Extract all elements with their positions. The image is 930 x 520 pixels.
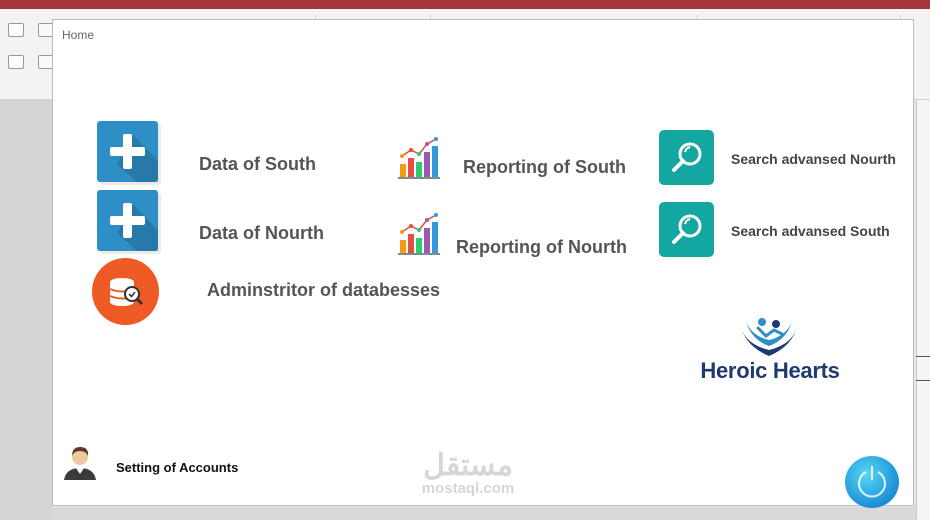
search-south-label[interactable]: Search advansed South: [731, 223, 890, 239]
report-nourth-button[interactable]: [398, 212, 440, 256]
settings-avatar-button[interactable]: [62, 444, 98, 480]
bar-chart-icon: [398, 137, 440, 179]
magnifier-icon: [672, 142, 702, 172]
watermark-url: mostaql.com: [421, 480, 515, 497]
property-pane: [916, 100, 930, 520]
heart-people-logo-icon: [740, 318, 798, 356]
database-icon: [109, 278, 144, 306]
search-south-button[interactable]: [659, 202, 714, 257]
search-nourth-button[interactable]: [659, 130, 714, 185]
watermark-arabic: مستقل: [423, 449, 513, 482]
exit-power-button[interactable]: [845, 456, 899, 508]
navigation-pane: [0, 100, 52, 520]
report-south-button[interactable]: [398, 136, 440, 180]
plus-icon: [110, 134, 158, 182]
status-strip: [52, 507, 916, 520]
data-nourth-button[interactable]: [97, 190, 158, 251]
data-south-label[interactable]: Data of South: [199, 154, 316, 175]
data-nourth-label[interactable]: Data of Nourth: [199, 223, 324, 244]
home-form: Home Data of South Data of Nourth Admins…: [52, 19, 914, 508]
title-bar: [0, 0, 930, 9]
power-icon: [858, 466, 886, 498]
report-south-label[interactable]: Reporting of South: [463, 157, 626, 178]
watermark: مستقل mostaql.com: [408, 449, 528, 497]
plus-icon: [110, 203, 158, 251]
data-south-button[interactable]: [97, 121, 158, 182]
bar-chart-icon: [398, 213, 440, 255]
report-nourth-label[interactable]: Reporting of Nourth: [456, 237, 627, 258]
heroic-hearts-logo: Heroic Hearts: [690, 316, 850, 386]
property-divider: [916, 356, 930, 357]
logo-text: Heroic Hearts: [700, 358, 840, 383]
admin-database-label[interactable]: Adminstritor of databesses: [207, 280, 440, 301]
ribbon-indent-icon[interactable]: [8, 23, 24, 37]
ribbon-grid-icon[interactable]: [8, 55, 24, 69]
settings-accounts-label[interactable]: Setting of Accounts: [116, 460, 238, 475]
admin-database-button[interactable]: [92, 258, 159, 325]
search-nourth-label[interactable]: Search advansed Nourth: [731, 151, 896, 167]
form-title: Home: [62, 28, 95, 42]
property-divider: [916, 380, 930, 381]
magnifier-icon: [672, 214, 702, 244]
user-avatar-icon: [64, 447, 96, 480]
